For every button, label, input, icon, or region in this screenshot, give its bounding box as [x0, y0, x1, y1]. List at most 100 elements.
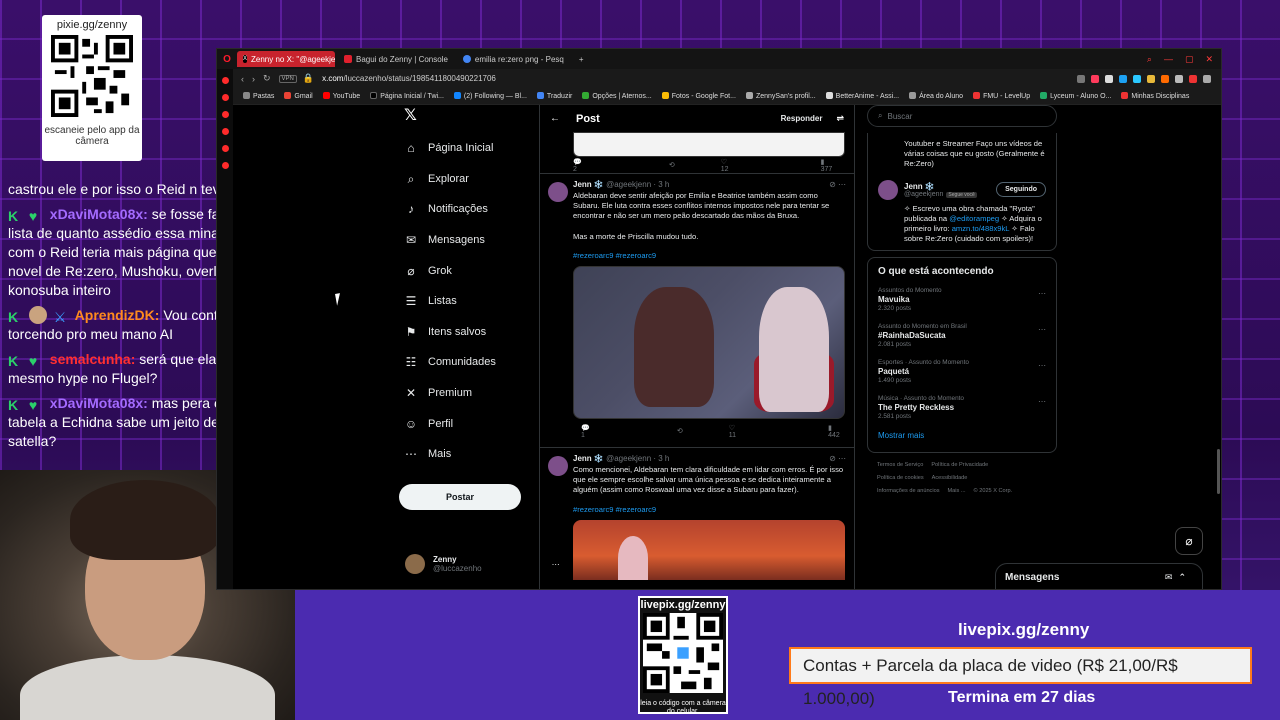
reply-count[interactable]: 💬 1	[581, 424, 631, 439]
translate-icon[interactable]	[1133, 74, 1141, 83]
like-count[interactable]: ♡ 11	[729, 424, 782, 439]
reload-icon[interactable]: ↻	[263, 73, 271, 84]
footer-link[interactable]: Termos de Serviço	[877, 462, 923, 468]
tweet-image[interactable]	[573, 519, 845, 580]
footer-link[interactable]: Mais ...	[948, 488, 966, 494]
view-count[interactable]: ▮ 377	[821, 158, 854, 173]
tab-google-search[interactable]: emilia re:zero png - Pesq	[457, 51, 570, 67]
x-logo-icon[interactable]: 𝕏	[395, 105, 541, 125]
tweet-image[interactable]	[573, 266, 845, 420]
bookmark-item[interactable]: Traduzir	[536, 92, 572, 100]
scrollbar[interactable]	[1217, 449, 1220, 494]
search-tabs-icon[interactable]: ⌕	[1147, 54, 1152, 65]
more-icon[interactable]: ⊘ ⋯	[829, 180, 846, 189]
search-input[interactable]: ⌕ Buscar	[867, 105, 1057, 127]
chevron-up-icon[interactable]: ⌃	[1178, 572, 1192, 582]
back-arrow-icon[interactable]: ‹	[241, 74, 244, 84]
new-message-icon[interactable]: ✉	[1165, 572, 1179, 582]
tweet-hashtags[interactable]: #rezeroarc9 #rezeroarc9	[573, 251, 846, 260]
like-count[interactable]: ♡ 12	[721, 158, 775, 173]
extension-icon[interactable]	[1119, 74, 1127, 83]
more-icon[interactable]: ⊘ ⋯	[829, 454, 846, 463]
nav-communities[interactable]: ☷ Comunidades	[395, 347, 541, 378]
nav-home[interactable]: ⌂ Página Inicial	[395, 133, 541, 164]
trend-item[interactable]: Assunto do Momento em Brasil #RainhaDaSu…	[878, 323, 1046, 348]
sidebar-app-icon[interactable]	[221, 111, 229, 118]
nav-explore[interactable]: ⌕ Explorar	[395, 164, 541, 195]
bookmark-item[interactable]: ZennySan's profil...	[745, 92, 816, 100]
suggested-user[interactable]: Jenn ❄️ @ageekjenn Segue você Seguindo	[878, 179, 1046, 200]
bookmark-item[interactable]: Página Inicial / Twi...	[370, 92, 444, 100]
vpn-badge[interactable]: VPN	[278, 74, 297, 83]
more-icon[interactable]: ⋯	[1038, 397, 1046, 406]
opera-logo-icon[interactable]: O	[217, 54, 237, 65]
extension-icon[interactable]	[1147, 74, 1155, 83]
minimize-icon[interactable]: —	[1164, 54, 1173, 65]
manga-image[interactable]	[573, 132, 845, 157]
nav-notifications[interactable]: ♪ Notificações	[395, 194, 541, 225]
sidebar-app-icon[interactable]	[221, 145, 229, 152]
bookmark-item[interactable]: YouTube	[322, 92, 360, 100]
bookmark-item[interactable]: Opções | Aternos...	[582, 92, 652, 100]
footer-link[interactable]: Política de Privacidade	[931, 462, 988, 468]
tweet-hashtags[interactable]: #rezeroarc9 #rezeroarc9	[573, 505, 846, 514]
footer-link[interactable]: Informações de anúncios	[877, 488, 940, 494]
new-tab-button[interactable]: +	[573, 51, 590, 67]
reply-count[interactable]: 💬 2	[573, 158, 623, 173]
nav-profile[interactable]: ☺ Perfil	[395, 408, 541, 439]
menu-icon[interactable]	[1203, 74, 1211, 83]
bookmark-item[interactable]: Minhas Disciplinas	[1121, 92, 1189, 100]
nav-lists[interactable]: ☰ Listas	[395, 286, 541, 317]
close-icon[interactable]: ✕	[1205, 54, 1213, 65]
forward-arrow-icon[interactable]: ›	[252, 74, 255, 84]
tweet[interactable]: Jenn ❄️ @ageekjenn · 3 h ⊘ ⋯ Como mencio…	[540, 447, 854, 580]
bookmark-item[interactable]: BetterAnime - Assi...	[825, 92, 899, 100]
footer-link[interactable]: Política de cookies	[877, 475, 924, 481]
back-arrow-icon[interactable]: ←	[550, 113, 560, 124]
show-more-link[interactable]: Mostrar mais	[878, 431, 1046, 440]
maximize-icon[interactable]: ▢	[1185, 54, 1194, 65]
filter-icon[interactable]: ⇌	[836, 113, 844, 124]
post-button[interactable]: Postar	[399, 483, 521, 510]
profile-icon[interactable]	[1189, 74, 1197, 83]
account-switcher[interactable]: Zenny @luccazenho ⋯	[405, 554, 560, 574]
following-button[interactable]: Seguindo	[996, 182, 1046, 198]
bookmark-item[interactable]: Gmail	[284, 92, 313, 100]
messages-dock[interactable]: Mensagens ✉⌃	[995, 563, 1203, 589]
pocket-icon[interactable]	[1091, 74, 1099, 83]
sidebar-app-icon[interactable]	[221, 162, 229, 169]
trend-item[interactable]: Assuntos do Momento Mavuika 2.320 posts …	[878, 287, 1046, 312]
retweet-icon[interactable]: ⟲	[677, 427, 683, 435]
heart-icon[interactable]	[1105, 74, 1113, 83]
bookmark-item[interactable]: Fotos - Google Fot...	[661, 92, 736, 100]
camera-icon[interactable]	[1077, 74, 1085, 83]
nav-more[interactable]: ⋯ Mais	[395, 439, 541, 470]
avatar[interactable]	[548, 456, 568, 477]
sidebar-app-icon[interactable]	[221, 94, 229, 101]
bookmark-item[interactable]: Área do Aluno	[909, 92, 963, 100]
retweet-icon[interactable]: ⟲	[669, 161, 675, 169]
tweet-author-name[interactable]: Jenn ❄️	[573, 180, 604, 189]
bookmark-item[interactable]: FMU - LevelUp	[973, 92, 1030, 100]
view-count[interactable]: ▮ 442	[828, 424, 854, 439]
bookmark-item[interactable]: Pastas	[243, 92, 274, 100]
trend-item[interactable]: Música · Assunto do Momento The Pretty R…	[878, 395, 1046, 420]
tweet-author-name[interactable]: Jenn ❄️	[573, 454, 604, 463]
reply-button[interactable]: Responder	[781, 114, 823, 123]
nav-premium[interactable]: ✕ Premium	[395, 378, 541, 409]
tweet[interactable]: Jenn ❄️ @ageekjenn · 3 h ⊘ ⋯ Aldebaran d…	[540, 173, 854, 439]
bookmark-item[interactable]: (2) Following — Bl...	[453, 92, 527, 100]
avatar[interactable]	[548, 182, 568, 202]
extension-icon[interactable]	[1161, 74, 1169, 83]
trend-item[interactable]: Esportes · Assunto do Momento Paquetá 1.…	[878, 359, 1046, 384]
tab-x-post[interactable]: X Zenny no X: "@ageekjenn	[237, 51, 335, 67]
nav-messages[interactable]: ✉ Mensagens	[395, 225, 541, 256]
avatar[interactable]	[878, 179, 898, 200]
more-icon[interactable]: ⋯	[1038, 361, 1046, 370]
more-icon[interactable]: ⋯	[1038, 325, 1046, 334]
more-icon[interactable]: ⋯	[1038, 289, 1046, 298]
nav-bookmarks[interactable]: ⚑ Itens salvos	[395, 317, 541, 348]
bookmark-item[interactable]: Lyceum - Aluno O...	[1040, 92, 1111, 100]
url-field[interactable]: x.com/luccazenho/status/1985411800490221…	[322, 74, 496, 83]
tab-console[interactable]: Bagui do Zenny | Console	[338, 51, 454, 67]
